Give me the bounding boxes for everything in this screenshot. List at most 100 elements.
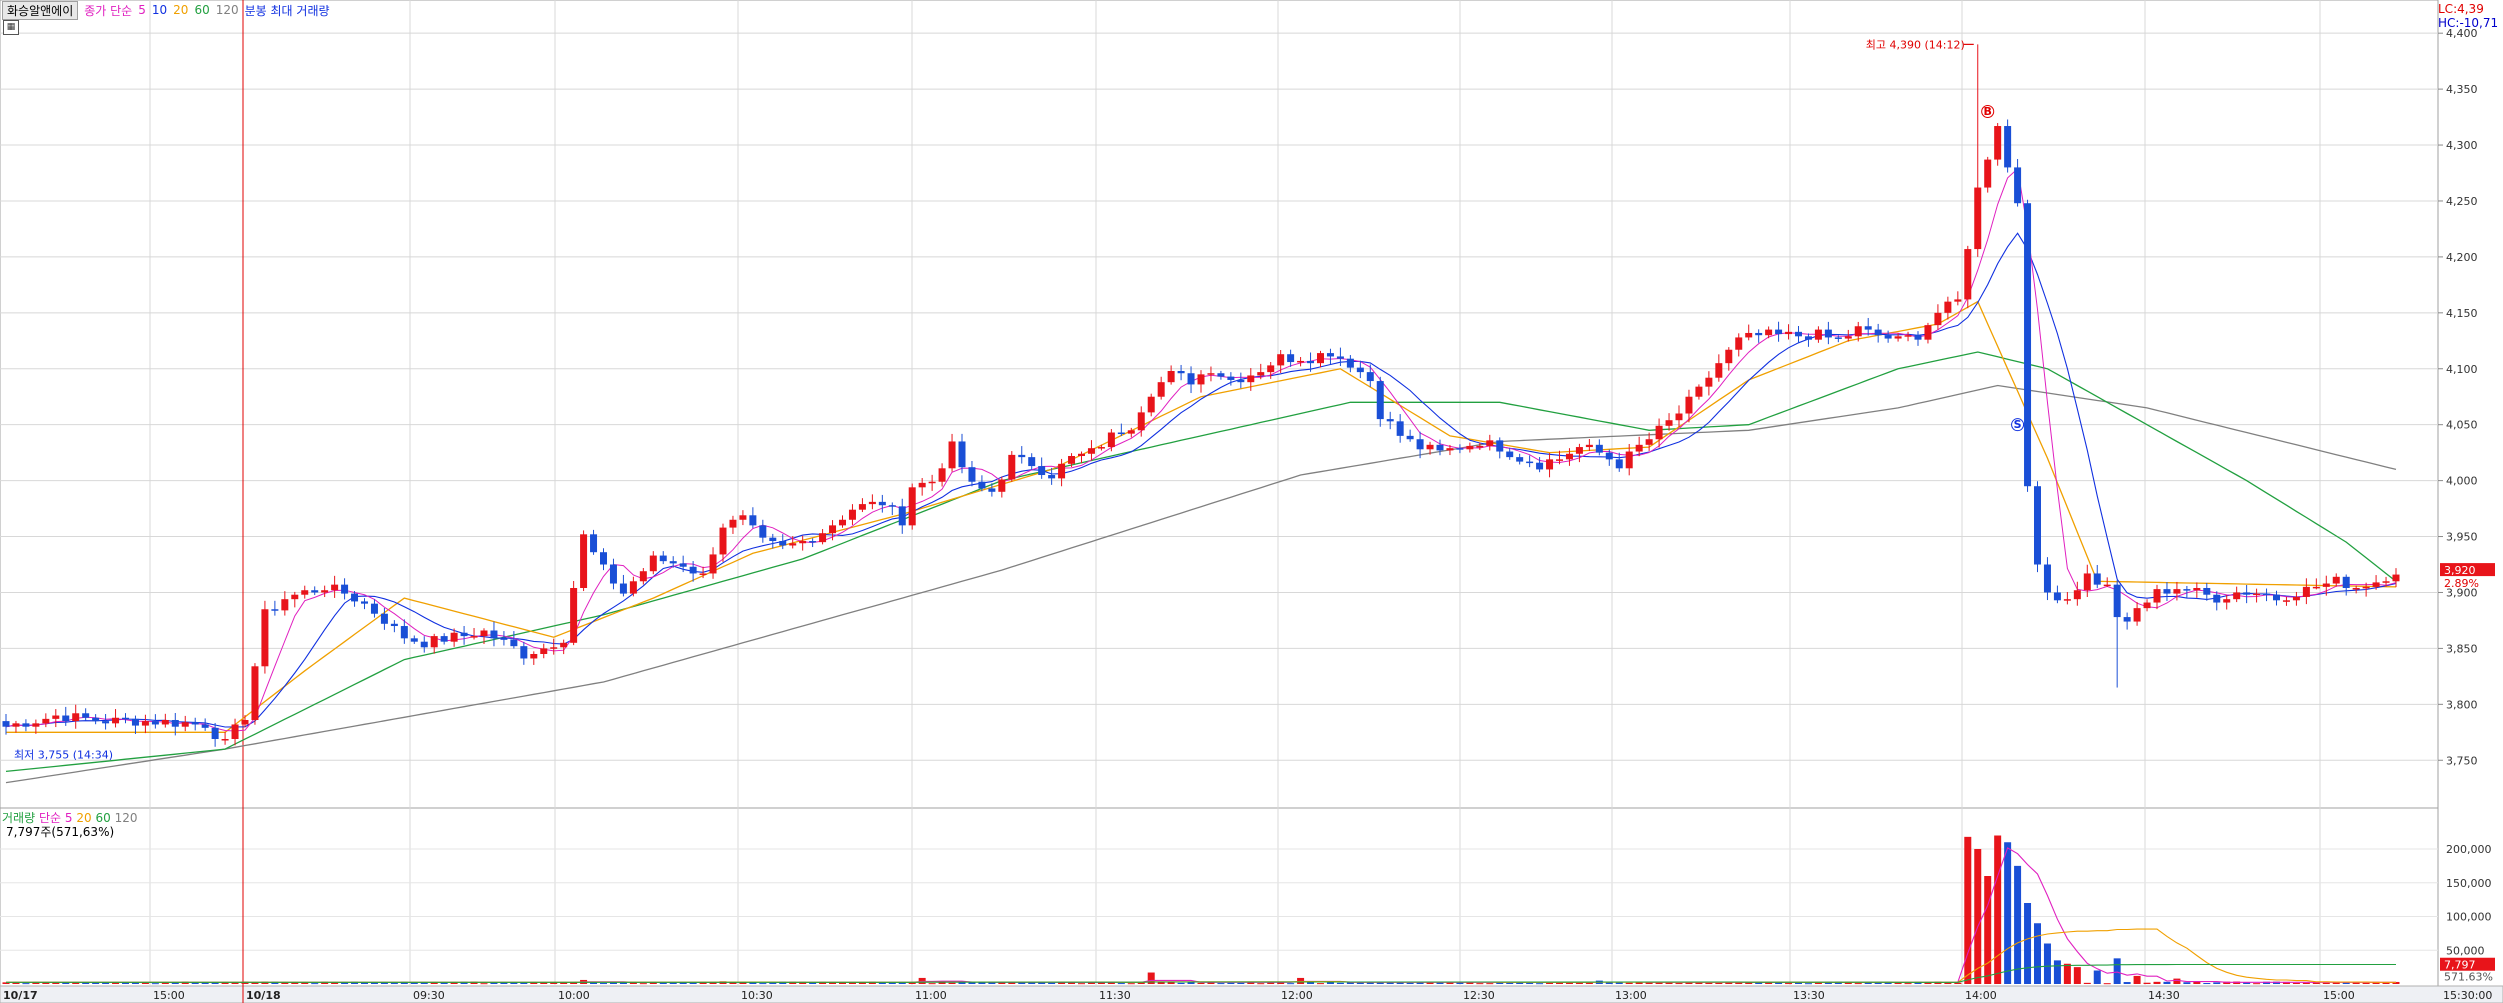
candle-body <box>1625 451 1633 469</box>
max-volume-label[interactable]: 분봉 최대 거래량 <box>245 2 330 19</box>
candle-body <box>1346 358 1354 368</box>
candle-body <box>1466 445 1474 450</box>
candle-body <box>1715 363 1723 378</box>
candle-body <box>490 630 498 639</box>
candle-body <box>988 488 996 492</box>
candle-body <box>1585 444 1593 448</box>
candle-body <box>2053 592 2061 601</box>
volume-bar <box>600 983 607 985</box>
candle-body <box>141 721 149 726</box>
candle-body <box>1934 312 1942 326</box>
candle-body <box>1366 372 1374 382</box>
candle-body <box>12 723 20 727</box>
volume-bar <box>560 982 568 984</box>
candle-body <box>1954 299 1962 302</box>
chart-canvas[interactable]: 4,4004,3504,3004,2504,2004,1504,1004,050… <box>0 0 2503 1003</box>
candle-body <box>1516 457 1524 462</box>
volume-bar <box>2024 903 2032 984</box>
price-tick-label: 4,200 <box>2446 251 2478 264</box>
candle-body <box>52 715 60 719</box>
candle-body <box>42 718 50 724</box>
volume-bar <box>1317 983 1324 985</box>
candle-body <box>789 543 797 546</box>
volume-bar <box>848 982 856 984</box>
volume-bar <box>948 982 956 984</box>
candle-body <box>1087 448 1095 454</box>
candle-body <box>1725 349 1733 364</box>
ma-label-60[interactable]: 60 <box>194 3 209 17</box>
candle-body <box>2322 583 2330 587</box>
candle-body <box>1735 337 1743 350</box>
time-tick-label: 14:00 <box>1965 989 1997 1002</box>
price-ma-prefix[interactable]: 종가 단순 <box>84 2 132 19</box>
candle-body <box>779 541 787 546</box>
candle-body <box>540 648 548 654</box>
candle-body <box>1147 396 1155 413</box>
candle-body <box>1506 451 1514 458</box>
candle-body <box>2263 593 2271 596</box>
volume-bar <box>1994 835 2002 984</box>
time-tick-label: 15:00 <box>153 989 185 1002</box>
candle-body <box>2014 167 2022 204</box>
candle-body <box>1814 329 1822 340</box>
candle-body <box>958 441 966 468</box>
volume-bar <box>231 982 239 984</box>
candle-body <box>221 739 229 741</box>
candle-body <box>799 541 807 544</box>
volume-bar <box>639 983 647 985</box>
current-volume-pct: 571.63% <box>2444 971 2493 984</box>
candle-body <box>2332 576 2340 584</box>
vol-ma-label-120[interactable]: 120 <box>115 811 138 825</box>
volume-bar <box>2103 983 2111 985</box>
candle-body <box>809 541 817 543</box>
ma-label-5[interactable]: 5 <box>138 3 146 17</box>
candle-body <box>351 593 359 602</box>
candle-body <box>1386 419 1394 422</box>
candle-body <box>819 533 827 543</box>
candle-body <box>1536 462 1544 470</box>
stock-name[interactable]: 화승알앤에이 <box>2 0 79 20</box>
volume-bar <box>1715 982 1723 984</box>
candle-body <box>430 636 438 648</box>
candle-body <box>1038 466 1046 476</box>
candle-body <box>2253 593 2261 596</box>
ma-label-120[interactable]: 120 <box>216 3 239 17</box>
candle-body <box>201 724 209 728</box>
volume-bar <box>2123 982 2131 984</box>
volume-bar <box>1546 982 1554 984</box>
ma-label-20[interactable]: 20 <box>173 3 188 17</box>
candle-body <box>1984 159 1992 188</box>
candle-body <box>2352 587 2360 590</box>
volume-bar <box>1506 982 1514 984</box>
volume-bar <box>2362 982 2370 984</box>
time-tick-label: 14:30 <box>2148 989 2180 1002</box>
volume-bar <box>2143 982 2151 984</box>
candle-body <box>460 632 468 637</box>
candle-body <box>1207 373 1215 375</box>
ma-label-10[interactable]: 10 <box>152 3 167 17</box>
volume-bar <box>888 982 896 984</box>
candle-body <box>181 722 189 727</box>
candle-body <box>191 722 199 725</box>
price-tick-label: 3,800 <box>2446 698 2478 711</box>
time-tick-label: 13:00 <box>1615 989 1647 1002</box>
candle-body <box>231 724 239 740</box>
volume-bar <box>2302 982 2310 984</box>
volume-bar <box>839 982 846 984</box>
candle-body <box>92 717 100 722</box>
price-tick-label: 4,150 <box>2446 307 2478 320</box>
time-tick-label: 13:30 <box>1793 989 1825 1002</box>
candle-body <box>729 519 737 528</box>
time-tick-label: 11:30 <box>1099 989 1131 1002</box>
candle-body <box>1406 435 1414 440</box>
volume-bar <box>1227 982 1235 984</box>
candle-body <box>1356 367 1364 373</box>
table-icon[interactable]: ▦ <box>3 20 19 35</box>
volume-bar <box>1984 876 1992 984</box>
candle-body <box>1307 360 1315 364</box>
volume-bar <box>510 982 518 984</box>
candle-body <box>669 561 677 564</box>
candle-body <box>1655 425 1663 440</box>
candle-body <box>380 613 388 624</box>
candle-body <box>2183 589 2191 591</box>
